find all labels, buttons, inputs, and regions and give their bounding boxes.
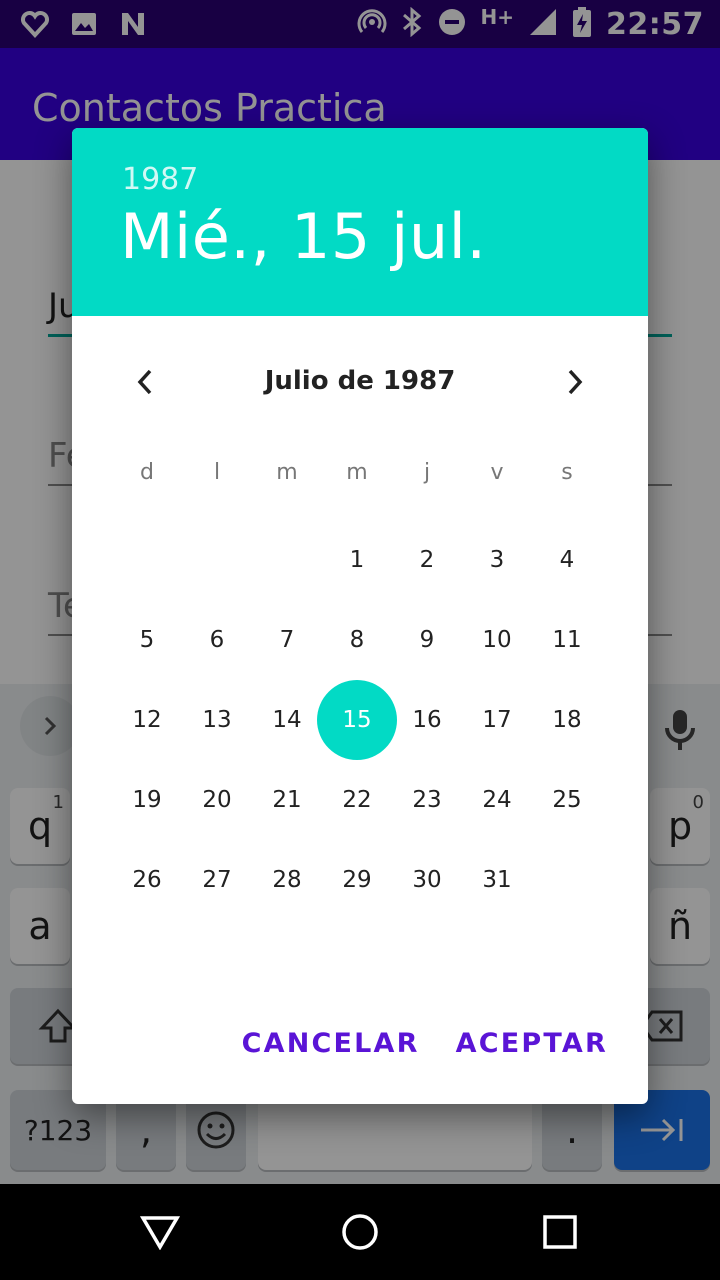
- calendar-day[interactable]: 23: [387, 760, 467, 840]
- calendar-day[interactable]: 6: [177, 600, 257, 680]
- calendar-day[interactable]: 29: [317, 840, 397, 920]
- calendar-day[interactable]: 9: [387, 600, 467, 680]
- weekday-header-row: dlmmjvs: [112, 460, 602, 490]
- calendar-day[interactable]: 1: [317, 520, 397, 600]
- next-month-button[interactable]: [552, 360, 596, 404]
- selected-date[interactable]: Mié., 15 jul.: [120, 200, 487, 273]
- weekday-label: m: [346, 460, 368, 485]
- calendar-day[interactable]: 11: [527, 600, 607, 680]
- calendar-day[interactable]: 4: [527, 520, 607, 600]
- recents-button[interactable]: [536, 1208, 584, 1256]
- calendar-day[interactable]: 28: [247, 840, 327, 920]
- calendar-day-grid: 1 2 3 4 5 6 7 8 9 10 11 12 13 14 15 16 17 18 19 20 21 22 23 24 2…: [112, 512, 602, 912]
- calendar-day[interactable]: 26: [107, 840, 187, 920]
- back-button[interactable]: [136, 1208, 184, 1256]
- weekday-label: j: [423, 460, 431, 485]
- weekday-label: m: [276, 460, 298, 485]
- home-button[interactable]: [336, 1208, 384, 1256]
- selected-day[interactable]: 15: [317, 680, 397, 760]
- calendar-day[interactable]: 20: [177, 760, 257, 840]
- calendar-day[interactable]: 24: [457, 760, 537, 840]
- calendar-day[interactable]: 30: [387, 840, 467, 920]
- weekday-label: v: [490, 460, 504, 485]
- cancel-button[interactable]: CANCELAR: [242, 1028, 420, 1059]
- calendar-day[interactable]: 25: [527, 760, 607, 840]
- month-navigation: Julio de 1987: [72, 354, 648, 410]
- home-circle-icon: [342, 1214, 378, 1250]
- back-triangle-icon: [140, 1216, 180, 1250]
- date-picker-header: 1987 Mié., 15 jul.: [72, 128, 648, 316]
- weekday-label: d: [140, 460, 154, 485]
- calendar-day[interactable]: 14: [247, 680, 327, 760]
- navigation-bar: [0, 1184, 720, 1280]
- chevron-right-icon: [568, 369, 583, 395]
- weekday-label: l: [213, 460, 221, 485]
- recents-square-icon: [543, 1215, 577, 1249]
- calendar-day[interactable]: 18: [527, 680, 607, 760]
- calendar-day[interactable]: 19: [107, 760, 187, 840]
- date-picker-dialog: 1987 Mié., 15 jul. Julio de 1987 dlmmjvs…: [72, 128, 648, 1104]
- calendar-day[interactable]: 7: [247, 600, 327, 680]
- calendar-day[interactable]: 2: [387, 520, 467, 600]
- calendar-day[interactable]: 17: [457, 680, 537, 760]
- calendar-day[interactable]: 21: [247, 760, 327, 840]
- weekday-label: s: [561, 460, 573, 485]
- calendar-day[interactable]: 5: [107, 600, 187, 680]
- dialog-actions: CANCELAR ACEPTAR: [242, 1028, 608, 1059]
- calendar-day[interactable]: 22: [317, 760, 397, 840]
- calendar-day[interactable]: 8: [317, 600, 397, 680]
- calendar-day[interactable]: 16: [387, 680, 467, 760]
- calendar-day[interactable]: 3: [457, 520, 537, 600]
- calendar-day[interactable]: 31: [457, 840, 537, 920]
- calendar-day[interactable]: 10: [457, 600, 537, 680]
- ok-button[interactable]: ACEPTAR: [456, 1028, 608, 1059]
- calendar-day[interactable]: 12: [107, 680, 187, 760]
- calendar-day[interactable]: 13: [177, 680, 257, 760]
- selected-year[interactable]: 1987: [122, 162, 198, 197]
- calendar-day[interactable]: 27: [177, 840, 257, 920]
